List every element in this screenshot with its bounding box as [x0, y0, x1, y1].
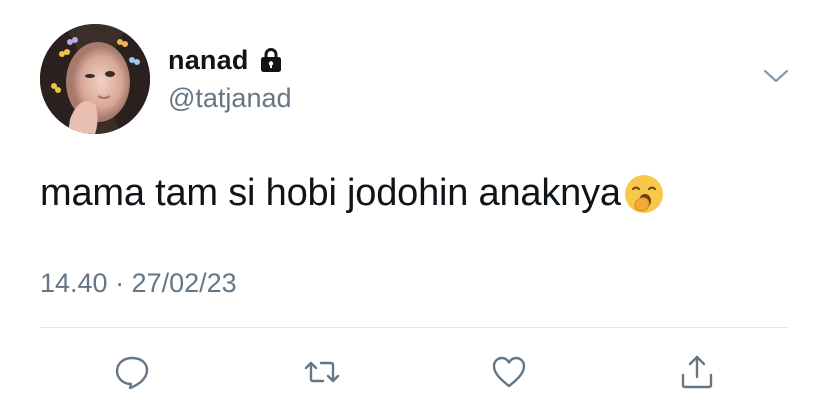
avatar[interactable]: [40, 24, 150, 134]
like-button[interactable]: [489, 352, 529, 392]
display-name[interactable]: nanad: [168, 45, 249, 76]
divider: [40, 327, 789, 328]
user-handle[interactable]: @tatjanad: [168, 83, 292, 114]
yawning-face-emoji-icon: [623, 173, 665, 215]
retweet-button[interactable]: [302, 352, 342, 392]
lock-icon: [258, 47, 284, 73]
user-info[interactable]: nanad @tatjanad: [168, 44, 292, 114]
speech-bubble-icon: [115, 356, 149, 390]
reply-button[interactable]: [112, 352, 152, 392]
share-icon: [681, 355, 713, 389]
name-row: nanad: [168, 44, 292, 76]
tweet-timestamp[interactable]: 14.40 · 27/02/23: [40, 268, 237, 299]
avatar-photo: [40, 24, 150, 134]
tweet-text: mama tam si hobi jodohin anaknya: [40, 172, 665, 215]
chevron-down-icon[interactable]: [762, 66, 790, 86]
tweet-text-content: mama tam si hobi jodohin anaknya: [40, 172, 621, 214]
heart-icon: [492, 356, 526, 388]
retweet-icon: [304, 361, 340, 383]
share-button[interactable]: [677, 352, 717, 392]
tweet-card: nanad @tatjanad mama tam si hobi jodohin…: [0, 0, 828, 417]
